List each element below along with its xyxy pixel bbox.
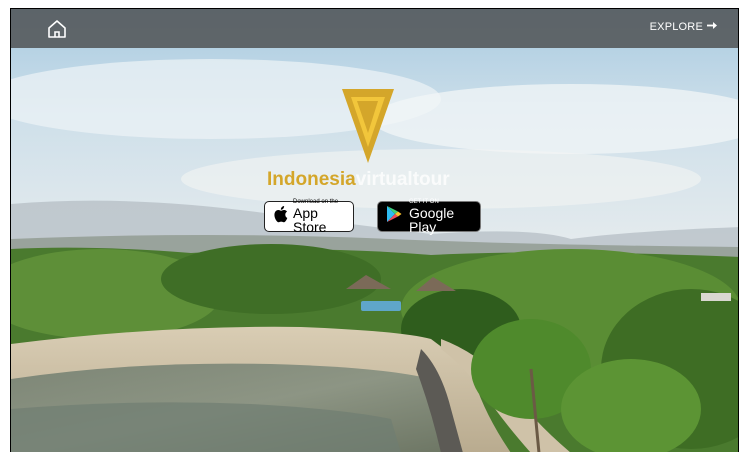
apple-icon (273, 205, 288, 228)
brand-wordmark: Indonesiavirtualtour (267, 169, 450, 191)
panorama-background[interactable] (11, 9, 739, 452)
v-triangle-logo-icon (342, 89, 394, 163)
home-icon[interactable] (45, 17, 69, 41)
arrow-right-icon (707, 21, 718, 33)
explore-label: EXPLORE (649, 21, 703, 33)
google-play-badge[interactable]: GET IT ON Google Play (377, 199, 481, 235)
top-navigation-bar: EXPLORE (11, 9, 738, 48)
brand-name-gold: Indonesia (267, 169, 356, 190)
play-store-icon (386, 205, 402, 228)
app-store-badge[interactable]: Download on the App Store (264, 199, 354, 235)
virtual-tour-viewer: EXPLORE Indonesiavirtualtour Download on… (10, 8, 739, 452)
explore-button[interactable]: EXPLORE (650, 21, 718, 33)
google-play-big-text: Google Play (409, 205, 455, 235)
app-store-big-text: App Store (293, 205, 327, 235)
brand-name-white: virtualtour (355, 169, 450, 190)
